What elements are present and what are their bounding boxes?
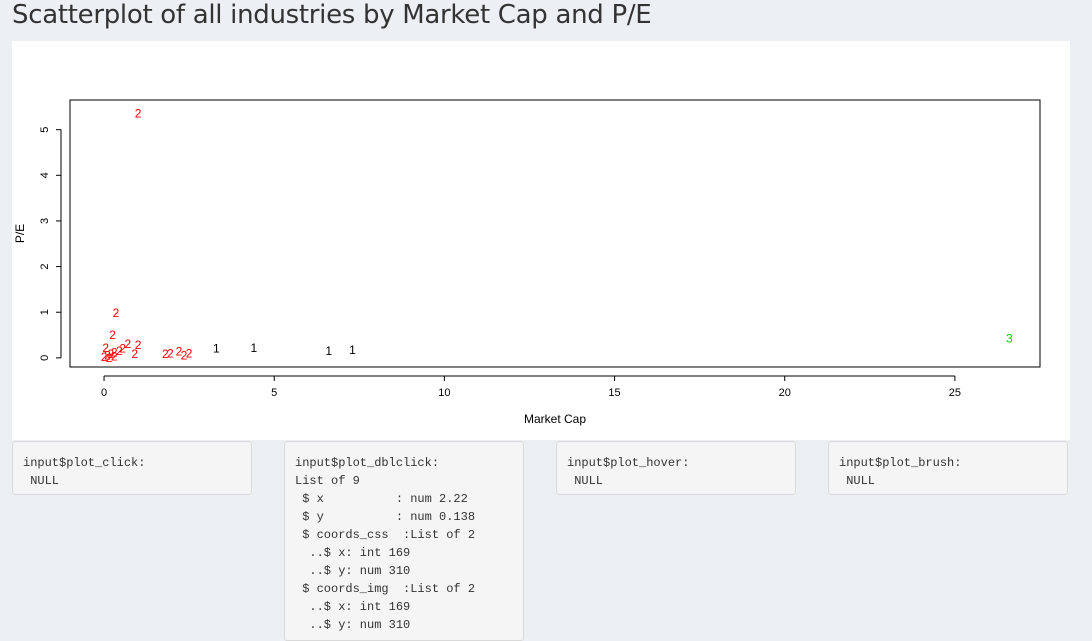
x-tick-label: 20 — [779, 387, 791, 399]
plot-click-label: input$plot_click: — [23, 456, 146, 470]
plot-brush-value: NULL — [839, 474, 876, 488]
plot-dblclick-label: input$plot_dblclick: — [295, 456, 440, 470]
y-tick-label: 5 — [39, 127, 51, 133]
plot-hover-value: NULL — [567, 474, 604, 488]
y-tick-label: 1 — [39, 309, 51, 315]
plot-dblclick-line: ..$ x: int 169 — [295, 546, 411, 560]
y-tick-label: 0 — [39, 355, 51, 361]
x-tick-label: 15 — [608, 387, 620, 399]
data-point: 3 — [1006, 332, 1013, 346]
y-tick-label: 3 — [39, 218, 51, 224]
plot-dblclick-line: ..$ x: int 169 — [295, 600, 411, 614]
plot-brush-label: input$plot_brush: — [839, 456, 962, 470]
y-axis-label: P/E — [13, 224, 27, 243]
data-point: 2 — [162, 347, 169, 361]
data-point: 2 — [135, 107, 142, 121]
data-point: 1 — [325, 344, 332, 358]
x-tick-label: 5 — [271, 387, 277, 399]
plot-brush-output: input$plot_brush: NULL — [828, 441, 1068, 495]
plot-dblclick-line: $ x : num 2.22 — [295, 492, 468, 506]
page-title: Scatterplot of all industries by Market … — [12, 0, 652, 30]
y-tick-label: 4 — [39, 172, 51, 178]
data-point: 2 — [111, 350, 118, 364]
x-tick-label: 25 — [949, 387, 961, 399]
plot-dblclick-line: $ coords_img :List of 2 — [295, 582, 476, 596]
plot-dblclick-line: ..$ y: num 310 — [295, 618, 411, 632]
data-point: 2 — [186, 346, 193, 360]
scatterplot[interactable]: 0 5 10 15 20 25012345Market CapP/E2222 22 22222… — [12, 41, 1070, 440]
data-point: 2 — [109, 328, 116, 342]
plot-dblclick-line: $ y : num 0.138 — [295, 510, 476, 524]
plot-panel[interactable]: 0 5 10 15 20 25 0 1 2 3 4 5 Market Cap P/E 2 2 2 2 2 2 2 2 2 2 2… — [12, 41, 1070, 440]
plot-hover-label: input$plot_hover: — [567, 456, 690, 470]
plot-dblclick-line: List of 9 — [295, 474, 360, 488]
plot-dblclick-line: ..$ y: num 310 — [295, 564, 411, 578]
x-axis-label: Market Cap — [524, 412, 586, 426]
plot-click-output: input$plot_click: NULL — [12, 441, 252, 495]
plot-hover-output: input$plot_hover: NULL — [556, 441, 796, 495]
plot-frame — [69, 99, 1041, 368]
data-point: 2 — [113, 306, 120, 320]
plot-dblclick-line: $ coords_css :List of 2 — [295, 528, 476, 542]
x-tick-label: 0 — [101, 387, 107, 399]
data-point: 1 — [250, 341, 257, 355]
plot-dblclick-output: input$plot_dblclick: List of 9 $ x : num… — [284, 441, 524, 641]
x-tick-label: 10 — [438, 387, 450, 399]
data-point: 1 — [213, 342, 220, 356]
data-point: 2 — [131, 347, 138, 361]
data-point: 1 — [349, 343, 356, 357]
y-tick-label: 2 — [39, 264, 51, 270]
plot-click-value: NULL — [23, 474, 60, 488]
